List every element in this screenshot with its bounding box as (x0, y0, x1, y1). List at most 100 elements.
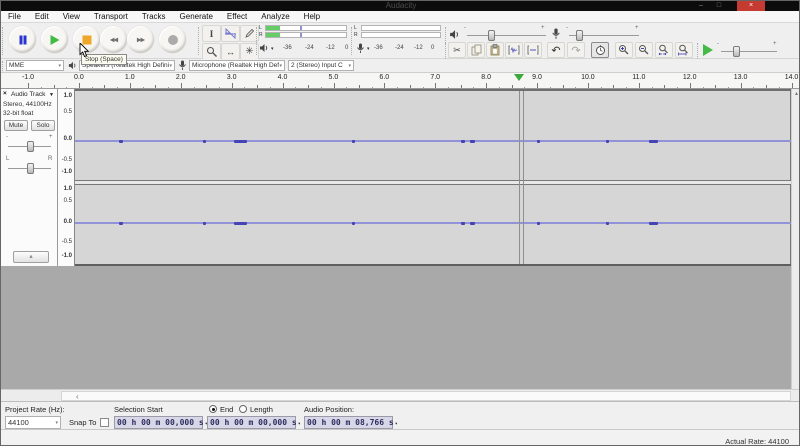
actual-rate-text: Actual Rate: 44100 (725, 437, 789, 446)
chevron-down-icon: ▾ (169, 63, 174, 69)
redo-button[interactable]: ↷ (567, 42, 585, 58)
horizontal-scrollbar[interactable]: ‹ (1, 389, 800, 401)
copy-icon (471, 44, 482, 56)
selection-tool-button[interactable]: I (202, 25, 221, 42)
skip-to-end-button[interactable]: ▶▶ (127, 26, 154, 53)
menu-item[interactable]: Help (297, 11, 327, 22)
audacity-window: Audacity – □ × FileEditViewTransportTrac… (0, 0, 800, 446)
audio-host-select[interactable]: MME▾ (6, 60, 64, 71)
play-at-speed-button[interactable] (703, 44, 713, 56)
menu-item[interactable]: Generate (173, 11, 220, 22)
zoom-out-button[interactable] (635, 42, 653, 58)
speed-max-mark: + (773, 41, 777, 47)
length-radio[interactable] (239, 405, 247, 413)
undo-button[interactable]: ↶ (547, 42, 565, 58)
input-volume-slider[interactable] (569, 35, 639, 36)
output-volume-slider[interactable] (467, 35, 546, 36)
collapse-track-button[interactable]: ▴ (13, 251, 49, 263)
gain-slider[interactable] (8, 146, 51, 147)
timeline-ruler[interactable]: -1.00.01.02.03.04.05.06.07.08.09.010.011… (1, 73, 800, 89)
recording-device-select[interactable]: Microphone (Realtek High Defi▾ (189, 60, 285, 71)
scroll-up-icon[interactable]: ▴ (792, 89, 800, 99)
zoom-tool-button[interactable] (202, 43, 221, 60)
track-control-panel[interactable]: × Audio Track ▼ Stereo, 44100Hz 32-bit f… (1, 89, 58, 266)
recording-meter-right-bar[interactable] (361, 32, 441, 38)
scroll-left-icon[interactable]: ‹ (76, 392, 79, 401)
playback-meter-left-bar[interactable] (265, 25, 347, 31)
playback-meter-right-bar[interactable] (265, 32, 347, 38)
selection-start-field[interactable]: 00 h 00 m 00,000 s▾ (114, 416, 203, 429)
cut-button[interactable]: ✂ (448, 42, 466, 58)
menu-item[interactable]: View (56, 11, 87, 22)
minimize-button[interactable]: – (693, 1, 709, 11)
selection-end-field[interactable]: 00 h 00 m 00,000 s▾ (207, 416, 296, 429)
horizontal-scrollbar-track[interactable]: ‹ (61, 391, 791, 401)
end-radio[interactable] (209, 405, 217, 413)
menu-item[interactable]: Transport (87, 11, 135, 22)
audio-position-field[interactable]: 00 h 00 m 08,766 s▾ (304, 416, 393, 429)
toolbar-grip[interactable] (2, 27, 5, 55)
recording-meter-scale: -36-24-120 (356, 42, 444, 54)
copy-button[interactable] (467, 42, 485, 58)
menu-item[interactable]: Tracks (135, 11, 173, 22)
edit-cursor-line (519, 91, 520, 264)
transcription-grip[interactable] (697, 43, 700, 59)
menu-item[interactable]: Edit (28, 11, 56, 22)
maximize-button[interactable]: □ (711, 1, 727, 11)
skip-to-start-button[interactable]: ◀◀ (100, 26, 127, 53)
waveform-channel-left[interactable] (75, 91, 791, 180)
timeline-label: 0.0 (74, 74, 84, 81)
recording-meter-left-bar[interactable] (361, 25, 441, 31)
device-grip[interactable] (2, 61, 5, 71)
play-button[interactable] (41, 26, 68, 53)
sync-lock-button[interactable] (591, 42, 609, 58)
waveform-area[interactable] (75, 89, 791, 266)
title-bar[interactable]: Audacity – □ × (1, 1, 800, 11)
zoom-in-button[interactable] (615, 42, 633, 58)
tools-grip[interactable] (198, 27, 201, 55)
menu-item[interactable]: Analyze (254, 11, 296, 22)
pause-button[interactable] (9, 26, 36, 53)
mute-button[interactable]: Mute (4, 120, 28, 131)
record-button[interactable] (159, 26, 186, 53)
waveform-blip (461, 140, 465, 143)
vertical-scale-ruler[interactable]: 1.00.50.0-0.5-1.0 1.00.50.0-0.5-1.0 (58, 89, 75, 266)
waveform-blip (470, 140, 475, 143)
playback-speed-thumb[interactable] (733, 46, 740, 57)
fit-project-button[interactable] (675, 42, 693, 58)
solo-button[interactable]: Solo (31, 120, 55, 131)
waveform-channel-right[interactable] (75, 185, 791, 264)
timeshift-tool-button[interactable]: ↔ (221, 43, 240, 60)
track-title[interactable]: Audio Track (11, 91, 45, 98)
selection-start-label: Selection Start (114, 405, 163, 414)
input-volume-thumb[interactable] (576, 30, 583, 41)
pan-thumb[interactable] (27, 163, 34, 174)
recording-channels-select[interactable]: 2 (Stereo) Input C▾ (288, 60, 354, 71)
track-menu-icon[interactable]: ▼ (49, 92, 54, 98)
input-volume-min-mark: - (566, 25, 568, 31)
envelope-tool-button[interactable] (221, 25, 240, 42)
timeline-label: 3.0 (227, 74, 237, 81)
vertical-scrollbar[interactable]: ▴ (791, 89, 800, 389)
project-rate-select[interactable]: 44100▾ (5, 416, 61, 429)
playhead-marker[interactable] (514, 74, 524, 81)
track-close-icon[interactable]: × (3, 90, 7, 97)
fit-selection-button[interactable] (655, 42, 673, 58)
paste-button[interactable] (486, 42, 504, 58)
close-button[interactable]: × (737, 1, 765, 11)
waveform-blip (119, 140, 123, 143)
menu-item[interactable]: Effect (220, 11, 254, 22)
pan-slider[interactable] (8, 168, 51, 169)
snap-to-checkbox[interactable] (100, 418, 109, 427)
gain-thumb[interactable] (27, 141, 34, 152)
timeline-label: 14.0 (785, 74, 799, 81)
playback-speed-slider[interactable] (721, 51, 777, 52)
silence-audio-button[interactable] (524, 42, 542, 58)
menu-item[interactable]: File (1, 11, 28, 22)
waveform-blips (75, 140, 791, 143)
track-bitdepth-info: 32-bit float (3, 110, 33, 117)
trim-audio-button[interactable] (505, 42, 523, 58)
output-volume-thumb[interactable] (488, 30, 495, 41)
status-bar: Actual Rate: 44100 (1, 429, 800, 446)
fit-selection-icon (658, 44, 670, 56)
